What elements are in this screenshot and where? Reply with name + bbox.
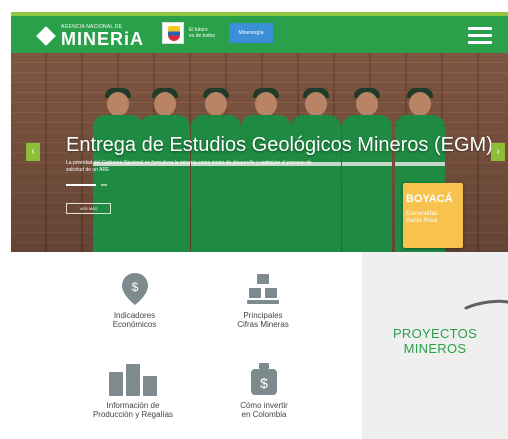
logo-diamond-icon	[36, 26, 56, 46]
svg-text:$: $	[260, 375, 268, 391]
tile-produccion-regalias[interactable]: Información de Producción y Regalías	[63, 364, 203, 419]
quick-links: $ Indicadores Económicos Principales Cif…	[11, 252, 362, 439]
dollar-pin-icon: $	[121, 273, 148, 305]
colombia-shield-icon[interactable]	[162, 22, 184, 44]
site-header: AGENCIA NACIONAL DE MINERiA El futuro es…	[11, 12, 508, 53]
hero-title: Entrega de Estudios Geológicos Mineros (…	[66, 134, 493, 156]
logo-mineria-line: MINERiA	[61, 28, 144, 49]
tile-invertir-colombia[interactable]: $ Cómo invertir en Colombia	[216, 362, 312, 419]
projects-title: PROYECTOS MINEROS	[392, 326, 478, 356]
carousel-indicator-active[interactable]	[66, 184, 96, 186]
hero-description: La prioridad del Gobierno Nacional es fo…	[66, 160, 312, 173]
boyaca-poster: BOYACÁ Esmeraldas Santa Rosa	[403, 183, 463, 248]
money-bag-icon: $	[251, 363, 277, 395]
projects-panel[interactable]: PROYECTOS MINEROS	[362, 252, 508, 439]
svg-text:$: $	[131, 280, 138, 294]
hamburger-menu-icon[interactable]	[468, 27, 492, 44]
tile-cifras-mineras[interactable]: Principales Cifras Mineras	[215, 272, 311, 329]
gov-tagline[interactable]: El futuro es de todos	[189, 27, 215, 39]
agency-logo[interactable]: AGENCIA NACIONAL DE MINERiA	[36, 22, 144, 50]
hero-photo-person	[338, 88, 396, 252]
hero-more-button[interactable]: VER MÁS	[66, 203, 111, 214]
hero-carousel: BOYACÁ Esmeraldas Santa Rosa Entrega de …	[11, 53, 508, 252]
chevron-left-icon[interactable]: ‹	[26, 143, 40, 161]
ministry-badge[interactable]: Minenergía	[229, 23, 273, 43]
tile-indicadores[interactable]: $ Indicadores Económicos	[88, 272, 181, 329]
gold-bars-icon	[247, 274, 279, 304]
bar-chart-icon	[109, 364, 157, 396]
chevron-right-icon[interactable]: ›	[491, 143, 505, 161]
carousel-indicator[interactable]	[101, 184, 107, 186]
